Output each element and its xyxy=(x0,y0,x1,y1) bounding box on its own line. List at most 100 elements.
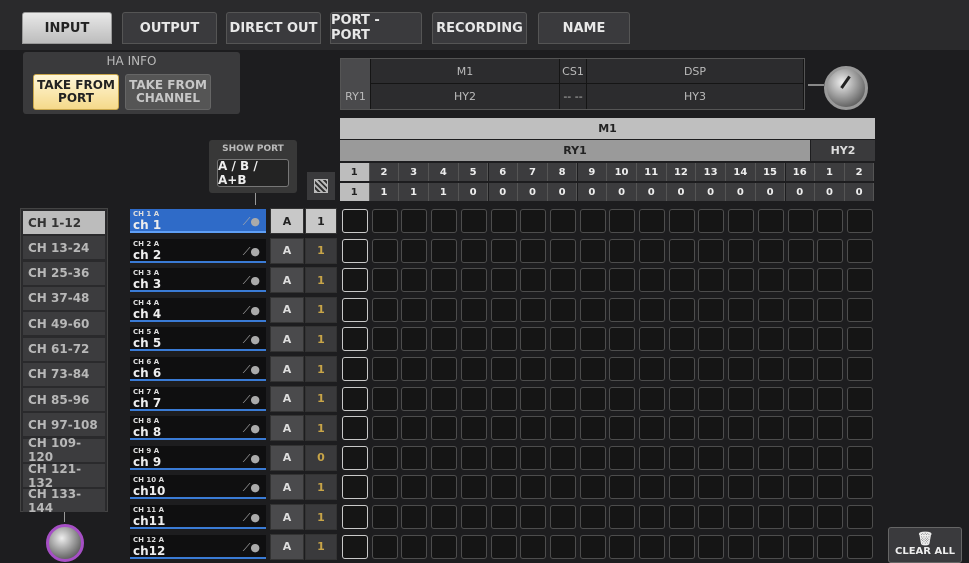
patch-cell[interactable] xyxy=(787,238,814,263)
patch-cell[interactable] xyxy=(371,238,398,263)
overview-m1[interactable]: M1 xyxy=(371,59,560,84)
patch-cell[interactable] xyxy=(401,268,428,293)
patch-cell[interactable] xyxy=(549,445,576,470)
channel-name-8[interactable]: CH 8 Ach 8 ⟋● xyxy=(130,416,266,441)
input-port-number-10[interactable]: 1 xyxy=(305,474,337,501)
channel-group-8[interactable]: CH 85-96 xyxy=(23,388,105,412)
channel-name-9[interactable]: CH 9 Ach 9 ⟋● xyxy=(130,445,266,470)
patch-cell[interactable] xyxy=(698,327,725,352)
input-port-number-12[interactable]: 1 xyxy=(305,533,337,560)
patch-cell[interactable] xyxy=(401,534,428,559)
patch-cell[interactable] xyxy=(728,475,755,500)
patch-cell[interactable] xyxy=(787,445,814,470)
patch-cell[interactable] xyxy=(490,357,517,381)
patch-cell[interactable] xyxy=(787,505,814,529)
patch-cell[interactable] xyxy=(549,505,576,529)
tab-direct-out[interactable]: DIRECT OUT xyxy=(226,12,321,44)
patch-cell[interactable] xyxy=(728,534,755,559)
patch-cell[interactable] xyxy=(846,386,873,411)
patch-cell[interactable] xyxy=(639,297,665,322)
tab-input[interactable]: INPUT xyxy=(22,12,112,44)
patch-cell[interactable] xyxy=(609,268,636,293)
patch-cell[interactable] xyxy=(460,268,487,293)
patch-cell[interactable] xyxy=(846,297,873,322)
patch-cell[interactable] xyxy=(668,268,695,293)
input-port-number-9[interactable]: 0 xyxy=(305,444,337,471)
input-port-number-4[interactable]: 1 xyxy=(305,296,337,323)
patch-cell[interactable] xyxy=(579,268,606,293)
patch-cell[interactable] xyxy=(817,327,844,352)
channel-name-5[interactable]: CH 5 Ach 5 ⟋● xyxy=(130,327,266,352)
input-ab-5[interactable]: A xyxy=(270,326,304,353)
patch-cell[interactable] xyxy=(460,297,487,322)
patch-cell[interactable] xyxy=(817,209,844,233)
patch-cell[interactable] xyxy=(401,327,428,352)
patch-cell[interactable] xyxy=(431,505,458,529)
patch-cell[interactable] xyxy=(401,386,428,411)
patch-cell[interactable] xyxy=(668,238,695,263)
patch-cell[interactable] xyxy=(460,416,487,441)
patch-cell[interactable] xyxy=(609,238,636,263)
take-from-port-button[interactable]: TAKE FROM PORT xyxy=(33,74,119,110)
patch-cell[interactable] xyxy=(342,505,368,529)
patch-cell[interactable] xyxy=(787,268,814,293)
channel-group-3[interactable]: CH 25-36 xyxy=(23,261,105,285)
patch-cell[interactable] xyxy=(787,386,814,411)
patch-cell[interactable] xyxy=(668,416,695,441)
patch-cell[interactable] xyxy=(431,475,458,500)
patch-cell[interactable] xyxy=(668,386,695,411)
patch-cell[interactable] xyxy=(698,357,725,381)
patch-cell[interactable] xyxy=(371,475,398,500)
input-port-number-3[interactable]: 1 xyxy=(305,267,337,294)
patch-cell[interactable] xyxy=(579,209,606,233)
patch-cell[interactable] xyxy=(549,297,576,322)
patch-cell[interactable] xyxy=(549,534,576,559)
patch-cell[interactable] xyxy=(371,297,398,322)
patch-cell[interactable] xyxy=(342,327,368,352)
patch-cell[interactable] xyxy=(609,327,636,352)
patch-cell[interactable] xyxy=(609,534,636,559)
patch-cell[interactable] xyxy=(846,238,873,263)
patch-cell[interactable] xyxy=(460,386,487,411)
patch-cell[interactable] xyxy=(668,209,695,233)
patch-cell[interactable] xyxy=(549,357,576,381)
channel-group-12[interactable]: CH 133-144 xyxy=(23,487,105,515)
patch-cell[interactable] xyxy=(431,416,458,441)
patch-cell[interactable] xyxy=(342,445,368,470)
patch-cell[interactable] xyxy=(579,534,606,559)
patch-cell[interactable] xyxy=(431,386,458,411)
channel-name-11[interactable]: CH 11 Ach11 ⟋● xyxy=(130,505,266,529)
patch-cell[interactable] xyxy=(579,327,606,352)
patch-cell[interactable] xyxy=(460,357,487,381)
clear-all-button[interactable]: 🗑 CLEAR ALL xyxy=(888,527,962,563)
patch-cell[interactable] xyxy=(579,416,606,441)
patch-cell[interactable] xyxy=(549,416,576,441)
patch-cell[interactable] xyxy=(490,445,517,470)
patch-cell[interactable] xyxy=(609,357,636,381)
patch-cell[interactable] xyxy=(639,209,665,233)
patch-cell[interactable] xyxy=(757,386,784,411)
patch-cell[interactable] xyxy=(490,416,517,441)
grid-icon[interactable] xyxy=(314,179,328,193)
patch-cell[interactable] xyxy=(668,534,695,559)
channel-group-5[interactable]: CH 49-60 xyxy=(23,312,105,336)
patch-cell[interactable] xyxy=(490,238,517,263)
patch-cell[interactable] xyxy=(846,268,873,293)
patch-cell[interactable] xyxy=(817,297,844,322)
patch-cell[interactable] xyxy=(846,416,873,441)
patch-cell[interactable] xyxy=(549,327,576,352)
patch-cell[interactable] xyxy=(431,534,458,559)
tab-name[interactable]: NAME xyxy=(538,12,630,44)
patch-cell[interactable] xyxy=(846,534,873,559)
patch-cell[interactable] xyxy=(728,209,755,233)
patch-cell[interactable] xyxy=(787,357,814,381)
patch-cell[interactable] xyxy=(817,445,844,470)
patch-cell[interactable] xyxy=(817,475,844,500)
input-ab-3[interactable]: A xyxy=(270,267,304,294)
patch-cell[interactable] xyxy=(342,297,368,322)
patch-cell[interactable] xyxy=(520,475,547,500)
patch-cell[interactable] xyxy=(520,238,547,263)
patch-cell[interactable] xyxy=(728,416,755,441)
input-port-number-7[interactable]: 1 xyxy=(305,385,337,412)
patch-cell[interactable] xyxy=(817,416,844,441)
